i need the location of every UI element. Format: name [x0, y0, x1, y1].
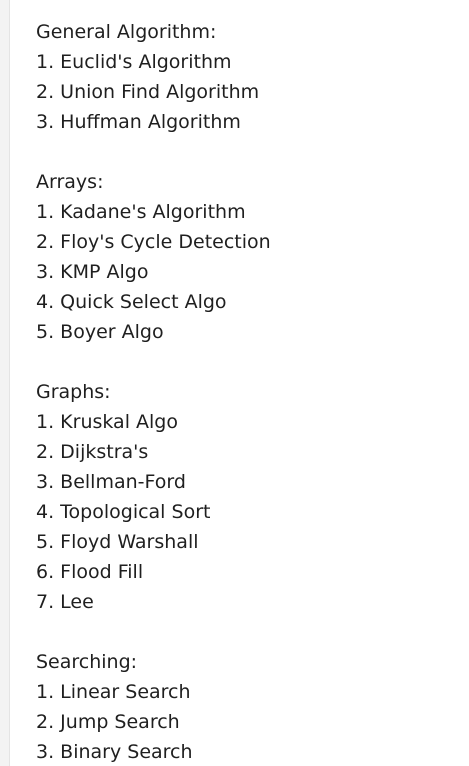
list-item: 5. Boyer Algo [36, 321, 164, 343]
document-page: General Algorithm: 1. Euclid's Algorithm… [0, 0, 469, 766]
section-arrays: Arrays: 1. Kadane's Algorithm 2. Floy's … [36, 167, 461, 347]
list-item: 1. Euclid's Algorithm [36, 51, 232, 73]
list-item: 2. Floy's Cycle Detection [36, 231, 271, 253]
left-gutter [0, 0, 10, 766]
list-item: 7. Lee [36, 591, 94, 613]
list-item: 1. Linear Search [36, 681, 191, 703]
section-heading: General Algorithm: [36, 21, 217, 43]
list-item: 4. Quick Select Algo [36, 291, 227, 313]
list-item: 5. Floyd Warshall [36, 531, 199, 553]
list-item: 2. Jump Search [36, 711, 180, 733]
list-item: 1. Kadane's Algorithm [36, 201, 246, 223]
list-item: 2. Dijkstra's [36, 441, 149, 463]
section-searching: Searching: 1. Linear Search 2. Jump Sear… [36, 647, 461, 766]
list-item: 3. Huffman Algorithm [36, 111, 241, 133]
list-item: 3. Binary Search [36, 741, 193, 763]
section-graphs: Graphs: 1. Kruskal Algo 2. Dijkstra's 3.… [36, 377, 461, 617]
section-heading: Searching: [36, 651, 138, 673]
section-heading: Arrays: [36, 171, 104, 193]
section-heading: Graphs: [36, 381, 111, 403]
list-item: 6. Flood Fill [36, 561, 144, 583]
list-item: 2. Union Find Algorithm [36, 81, 260, 103]
list-item: 4. Topological Sort [36, 501, 211, 523]
list-item: 1. Kruskal Algo [36, 411, 178, 433]
list-item: 3. KMP Algo [36, 261, 149, 283]
text-content: General Algorithm: 1. Euclid's Algorithm… [36, 17, 461, 766]
section-general-algorithm: General Algorithm: 1. Euclid's Algorithm… [36, 17, 461, 137]
list-item: 3. Bellman-Ford [36, 471, 186, 493]
